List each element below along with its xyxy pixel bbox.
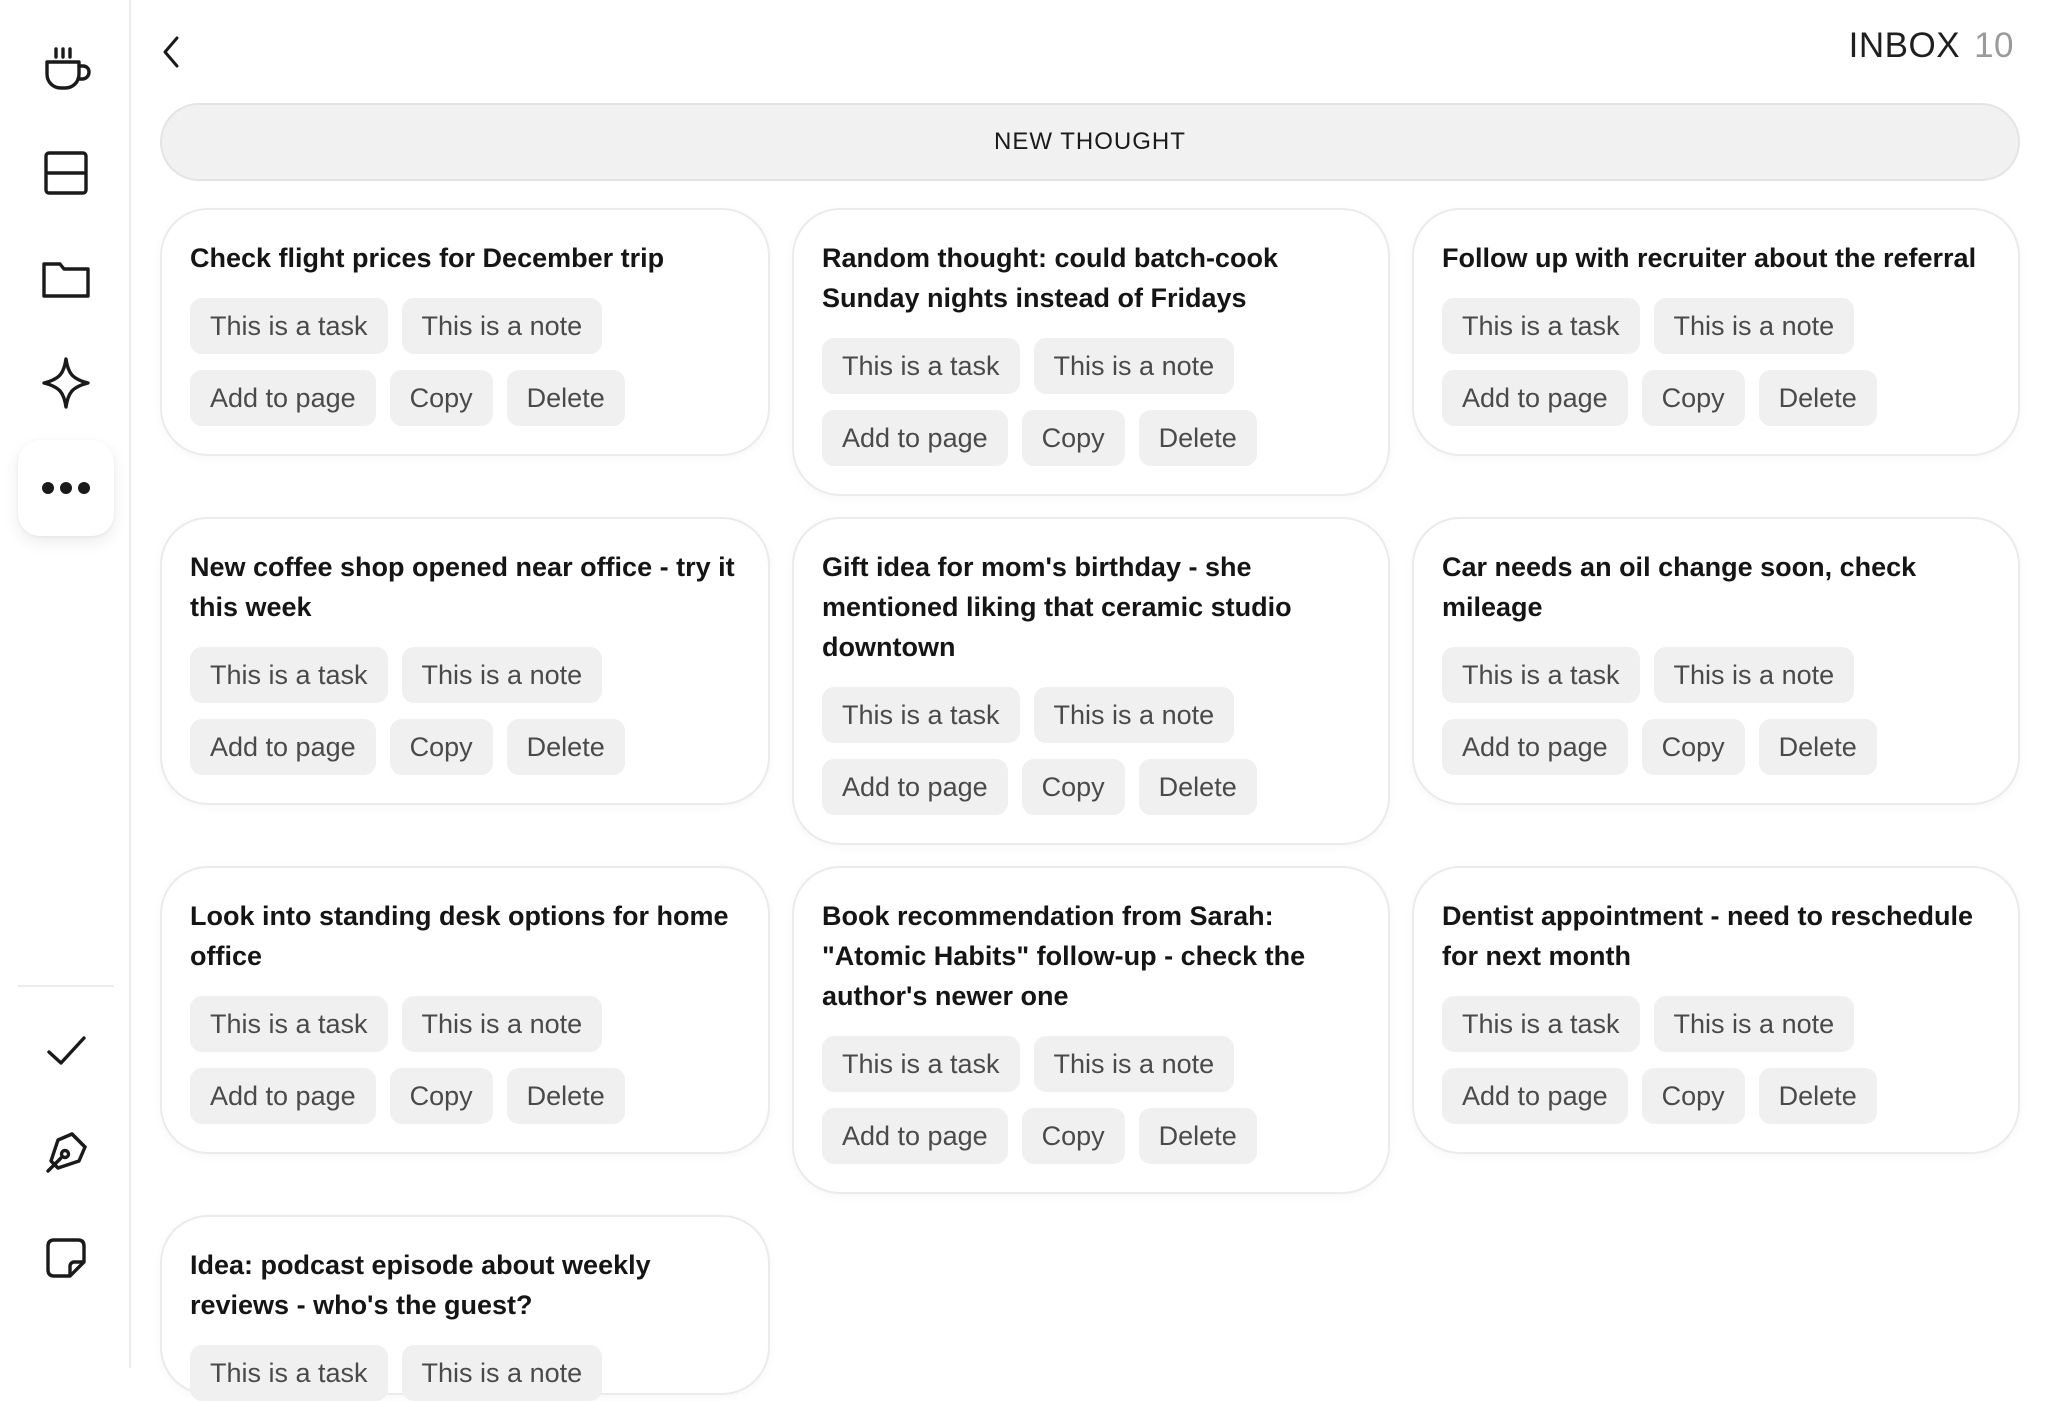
delete-button[interactable]: Delete (1138, 759, 1257, 815)
thought-card: Car needs an oil change soon, check mile… (1412, 517, 2020, 805)
new-thought-button[interactable]: NEW THOUGHT (160, 103, 2020, 181)
more-dots-icon (42, 482, 90, 494)
thought-card: Dentist appointment - need to reschedule… (1412, 866, 2020, 1154)
delete-button[interactable]: Delete (506, 370, 625, 426)
sidebar-item-write[interactable] (18, 1105, 114, 1201)
thought-title: Dentist appointment - need to reschedule… (1442, 901, 1974, 971)
thought-title: Follow up with recruiter about the refer… (1442, 243, 1977, 273)
add-to-page-button[interactable]: Add to page (822, 1108, 1008, 1164)
mark-task-button[interactable]: This is a task (822, 1036, 1020, 1092)
copy-button[interactable]: Copy (1021, 410, 1125, 466)
sidebar-item-coffee[interactable] (18, 20, 114, 116)
sidebar-item-tasks[interactable] (18, 1003, 114, 1099)
delete-button[interactable]: Delete (1758, 719, 1877, 775)
thought-card: Follow up with recruiter about the refer… (1412, 208, 2020, 456)
copy-button[interactable]: Copy (1021, 759, 1125, 815)
mark-note-button[interactable]: This is a note (1033, 338, 1235, 394)
mark-task-button[interactable]: This is a task (190, 298, 388, 354)
add-to-page-button[interactable]: Add to page (190, 370, 376, 426)
thought-card: Check flight prices for December trip Th… (160, 208, 770, 456)
add-to-page-button[interactable]: Add to page (190, 1068, 376, 1124)
thought-title: Random thought: could batch-cook Sunday … (822, 243, 1278, 313)
new-thought-label: NEW THOUGHT (994, 128, 1186, 155)
thought-card: Look into standing desk options for home… (160, 866, 770, 1154)
mark-note-button[interactable]: This is a note (1653, 996, 1855, 1052)
mark-note-button[interactable]: This is a note (401, 996, 603, 1052)
mark-note-button[interactable]: This is a note (401, 647, 603, 703)
thought-title: Car needs an oil change soon, check mile… (1442, 552, 1917, 622)
add-to-page-button[interactable]: Add to page (822, 410, 1008, 466)
thought-title: Idea: podcast episode about weekly revie… (190, 1250, 651, 1320)
sidebar-item-sparkle[interactable] (18, 335, 114, 431)
add-to-page-button[interactable]: Add to page (1442, 370, 1628, 426)
sidebar-item-layout[interactable] (18, 125, 114, 221)
delete-button[interactable]: Delete (506, 719, 625, 775)
thought-title: Gift idea for mom's birthday - she menti… (822, 552, 1292, 662)
back-button[interactable] (150, 26, 192, 78)
mark-note-button[interactable]: This is a note (401, 298, 603, 354)
copy-button[interactable]: Copy (1641, 1068, 1745, 1124)
mark-note-button[interactable]: This is a note (1033, 687, 1235, 743)
copy-button[interactable]: Copy (389, 1068, 493, 1124)
mark-task-button[interactable]: This is a task (190, 1345, 388, 1401)
pen-nib-icon (46, 1132, 87, 1173)
mark-note-button[interactable]: This is a note (401, 1345, 603, 1401)
mark-task-button[interactable]: This is a task (1442, 996, 1640, 1052)
sparkle-icon (42, 357, 90, 409)
thought-title: Check flight prices for December trip (190, 243, 665, 273)
chevron-left-icon (163, 36, 179, 68)
mark-task-button[interactable]: This is a task (190, 647, 388, 703)
thought-title: Look into standing desk options for home… (190, 901, 729, 971)
add-to-page-button[interactable]: Add to page (1442, 719, 1628, 775)
thought-card: Random thought: could batch-cook Sunday … (792, 208, 1390, 496)
add-to-page-button[interactable]: Add to page (822, 759, 1008, 815)
add-to-page-button[interactable]: Add to page (190, 719, 376, 775)
sticky-note-icon (46, 1238, 86, 1278)
sidebar-divider (18, 985, 114, 987)
mark-task-button[interactable]: This is a task (822, 687, 1020, 743)
thought-title: Book recommendation from Sarah: "Atomic … (822, 901, 1306, 1011)
copy-button[interactable]: Copy (1641, 370, 1745, 426)
copy-button[interactable]: Copy (389, 370, 493, 426)
inbox-label: INBOX (1848, 26, 1961, 65)
delete-button[interactable]: Delete (1758, 370, 1877, 426)
sidebar-item-folders[interactable] (18, 230, 114, 326)
delete-button[interactable]: Delete (1138, 1108, 1257, 1164)
sidebar-item-notes[interactable] (18, 1210, 114, 1306)
mark-note-button[interactable]: This is a note (1033, 1036, 1235, 1092)
mark-task-button[interactable]: This is a task (1442, 298, 1640, 354)
mark-note-button[interactable]: This is a note (1653, 647, 1855, 703)
inbox-count: 10 (1974, 26, 2014, 65)
thought-card: Idea: podcast episode about weekly revie… (160, 1215, 770, 1401)
mark-note-button[interactable]: This is a note (1653, 298, 1855, 354)
mark-task-button[interactable]: This is a task (822, 338, 1020, 394)
folder-icon (42, 262, 90, 298)
delete-button[interactable]: Delete (1758, 1068, 1877, 1124)
copy-button[interactable]: Copy (389, 719, 493, 775)
page-title: INBOX 10 (1849, 26, 2014, 66)
cup-icon (45, 47, 91, 90)
copy-button[interactable]: Copy (1021, 1108, 1125, 1164)
sidebar-item-more[interactable] (18, 440, 114, 536)
thought-card: New coffee shop opened near office - try… (160, 517, 770, 805)
delete-button[interactable]: Delete (506, 1068, 625, 1124)
mark-task-button[interactable]: This is a task (190, 996, 388, 1052)
layout-rows-icon (44, 151, 88, 195)
copy-button[interactable]: Copy (1641, 719, 1745, 775)
delete-button[interactable]: Delete (1138, 410, 1257, 466)
add-to-page-button[interactable]: Add to page (1442, 1068, 1628, 1124)
sidebar (0, 0, 131, 1368)
thought-card: Gift idea for mom's birthday - she menti… (792, 517, 1390, 845)
mark-task-button[interactable]: This is a task (1442, 647, 1640, 703)
thought-title: New coffee shop opened near office - try… (190, 552, 735, 622)
thought-card: Book recommendation from Sarah: "Atomic … (792, 866, 1390, 1194)
check-icon (47, 1036, 86, 1065)
